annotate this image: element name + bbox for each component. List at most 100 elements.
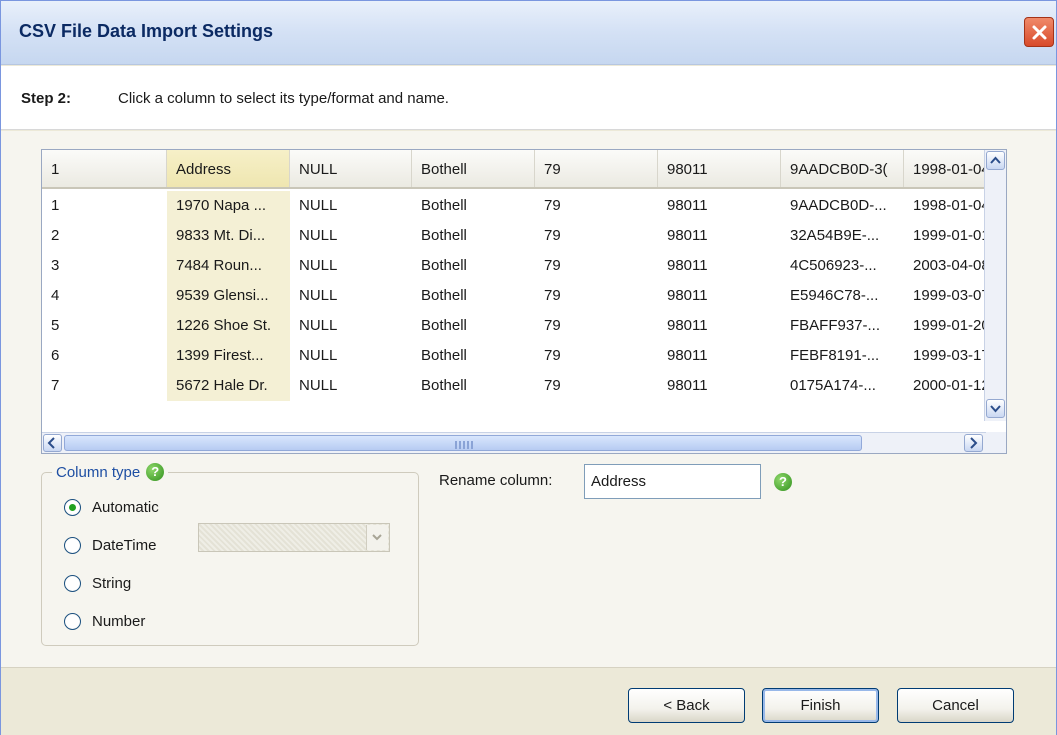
horizontal-scroll-thumb[interactable] bbox=[64, 435, 862, 451]
data-preview-grid[interactable]: 1 Address NULL Bothell 79 98011 9AADCB0D… bbox=[41, 149, 1007, 454]
scroll-left-button[interactable] bbox=[43, 434, 62, 452]
table-row[interactable]: 5 1226 Shoe St. NULL Bothell 79 98011 FBAFF937… bbox=[42, 311, 1006, 341]
help-icon[interactable]: ? bbox=[146, 463, 165, 481]
close-icon bbox=[1032, 25, 1047, 40]
column-header[interactable]: Bothell bbox=[412, 150, 535, 187]
table-cell: 98011 bbox=[667, 347, 708, 364]
column-header[interactable]: 9AADCB0D-3( bbox=[781, 150, 904, 187]
table-cell: NULL bbox=[299, 257, 338, 274]
table-cell: Bothell bbox=[421, 257, 467, 274]
table-cell: 5 bbox=[51, 317, 60, 334]
column-type-legend: Column type ? bbox=[52, 463, 169, 481]
table-cell: 32A54B9E-... bbox=[790, 227, 880, 244]
step-label: Step 2: bbox=[21, 90, 72, 107]
table-cell-selected: 5672 Hale Dr. bbox=[167, 371, 290, 401]
table-cell: 98011 bbox=[667, 227, 708, 244]
table-cell-selected: 7484 Roun... bbox=[167, 251, 290, 281]
table-cell: 98011 bbox=[667, 197, 708, 214]
datetime-format-dropdown[interactable] bbox=[198, 523, 390, 552]
step-instruction: Click a column to select its type/format… bbox=[118, 90, 449, 107]
vertical-scrollbar[interactable] bbox=[984, 150, 1006, 421]
table-row[interactable]: 7 5672 Hale Dr. NULL Bothell 79 98011 0175A174… bbox=[42, 371, 1006, 401]
column-type-label: Column type bbox=[56, 463, 141, 481]
dropdown-button[interactable] bbox=[366, 525, 388, 550]
table-row[interactable]: 2 9833 Mt. Di... NULL Bothell 79 98011 32A54B9… bbox=[42, 221, 1006, 251]
chevron-down-icon bbox=[372, 534, 382, 541]
table-cell: 1998-01-04. bbox=[913, 197, 986, 214]
table-cell: 79 bbox=[544, 227, 561, 244]
column-header[interactable]: 79 bbox=[535, 150, 658, 187]
column-header[interactable]: 98011 bbox=[658, 150, 781, 187]
table-cell: 7 bbox=[51, 377, 60, 394]
table-row[interactable]: 6 1399 Firest... NULL Bothell 79 98011 FEBF819… bbox=[42, 341, 1006, 371]
title-bar[interactable]: CSV File Data Import Settings bbox=[1, 1, 1056, 65]
table-cell: 4 bbox=[51, 287, 60, 304]
table-cell: Bothell bbox=[421, 317, 467, 334]
table-cell: 79 bbox=[544, 377, 561, 394]
window-title: CSV File Data Import Settings bbox=[19, 21, 274, 41]
radio-automatic[interactable]: Automatic bbox=[64, 499, 159, 516]
table-row[interactable]: 3 7484 Roun... NULL Bothell 79 98011 4C506923-… bbox=[42, 251, 1006, 281]
radio-button[interactable] bbox=[64, 537, 81, 554]
table-cell: 79 bbox=[544, 257, 561, 274]
chevron-down-icon bbox=[990, 405, 1001, 413]
table-row[interactable]: 4 9539 Glensi... NULL Bothell 79 98011 E5946C7… bbox=[42, 281, 1006, 311]
scroll-up-button[interactable] bbox=[986, 151, 1005, 170]
chevron-right-icon bbox=[970, 437, 978, 449]
radio-datetime[interactable]: DateTime bbox=[64, 537, 156, 554]
close-button[interactable] bbox=[1024, 17, 1054, 47]
table-cell: 1999-01-01. bbox=[913, 227, 986, 244]
radio-string[interactable]: String bbox=[64, 575, 131, 592]
table-cell: NULL bbox=[299, 377, 338, 394]
table-cell-selected: 1970 Napa ... bbox=[167, 191, 290, 221]
column-header[interactable]: 1998-01-04 bbox=[904, 150, 986, 187]
content-area: 1 Address NULL Bothell 79 98011 9AADCB0D… bbox=[1, 131, 1056, 667]
column-header[interactable]: 1 bbox=[42, 150, 167, 187]
table-cell: 2000-01-12. bbox=[913, 377, 986, 394]
back-button[interactable]: < Back bbox=[628, 688, 745, 723]
table-cell: Bothell bbox=[421, 287, 467, 304]
table-cell-selected: 1226 Shoe St. bbox=[167, 311, 290, 341]
import-settings-dialog: CSV File Data Import Settings Step 2: Cl… bbox=[0, 0, 1057, 735]
rename-column-input[interactable]: Address bbox=[584, 464, 761, 499]
table-cell: 79 bbox=[544, 347, 561, 364]
table-cell: 6 bbox=[51, 347, 60, 364]
column-header-selected[interactable]: Address bbox=[167, 150, 290, 187]
table-cell: 98011 bbox=[667, 287, 708, 304]
table-cell: 79 bbox=[544, 287, 561, 304]
scroll-down-button[interactable] bbox=[986, 399, 1005, 418]
help-icon[interactable]: ? bbox=[774, 473, 792, 491]
scroll-corner bbox=[986, 432, 1006, 453]
radio-number[interactable]: Number bbox=[64, 613, 145, 630]
table-cell: 98011 bbox=[667, 377, 708, 394]
table-cell: 2003-04-08. bbox=[913, 257, 986, 274]
table-cell-selected: 1399 Firest... bbox=[167, 341, 290, 371]
radio-label: String bbox=[92, 575, 132, 592]
table-cell: NULL bbox=[299, 227, 338, 244]
finish-button[interactable]: Finish bbox=[762, 688, 879, 723]
table-cell: NULL bbox=[299, 287, 338, 304]
cancel-button[interactable]: Cancel bbox=[897, 688, 1014, 723]
table-cell: 1999-03-07. bbox=[913, 287, 986, 304]
column-header[interactable]: NULL bbox=[290, 150, 412, 187]
radio-button[interactable] bbox=[64, 613, 81, 630]
table-cell: E5946C78-... bbox=[790, 287, 879, 304]
table-cell: Bothell bbox=[421, 347, 467, 364]
radio-button[interactable] bbox=[64, 499, 81, 516]
table-cell-selected: 9833 Mt. Di... bbox=[167, 221, 290, 251]
rename-column-label: Rename column: bbox=[439, 472, 553, 489]
table-cell: NULL bbox=[299, 347, 338, 364]
table-cell: 98011 bbox=[667, 257, 708, 274]
table-cell: 79 bbox=[544, 317, 561, 334]
table-cell: NULL bbox=[299, 197, 338, 214]
radio-label: Automatic bbox=[92, 499, 159, 516]
table-cell: 1999-03-17. bbox=[913, 347, 986, 364]
horizontal-scrollbar[interactable] bbox=[42, 432, 1006, 453]
radio-label: Number bbox=[92, 613, 146, 630]
radio-button[interactable] bbox=[64, 575, 81, 592]
table-cell: Bothell bbox=[421, 227, 467, 244]
chevron-left-icon bbox=[47, 437, 55, 449]
chevron-up-icon bbox=[990, 156, 1001, 164]
scroll-right-button[interactable] bbox=[964, 434, 983, 452]
table-row[interactable]: 1 1970 Napa ... NULL Bothell 79 98011 9AADCB0D… bbox=[42, 191, 1006, 221]
